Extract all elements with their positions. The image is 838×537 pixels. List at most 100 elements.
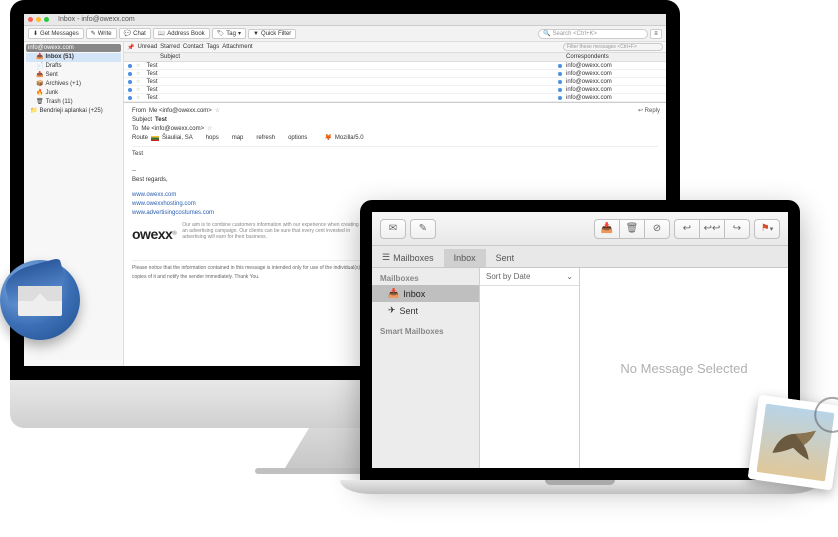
forward-button[interactable]: ↪: [724, 219, 750, 239]
filter-unread[interactable]: Unread: [137, 44, 157, 50]
compose-button[interactable]: ✎: [410, 219, 436, 239]
message-list: Subject Correspondents ☆Testinfo@owexx.c…: [124, 53, 666, 103]
list-row[interactable]: ☆Testinfo@owexx.com: [124, 62, 666, 70]
minimize-dot-icon[interactable]: [36, 17, 41, 22]
folder-inbox[interactable]: 📥Inbox (51): [26, 53, 121, 62]
to-label: To: [132, 125, 138, 134]
write-button[interactable]: ✎Write: [86, 28, 117, 39]
hops-link[interactable]: hops: [206, 134, 219, 143]
download-icon: ⬇: [33, 30, 38, 37]
tab-sent[interactable]: Sent: [486, 249, 525, 267]
main-toolbar: ⬇Get Messages ✎Write 💬Chat 📖Address Book…: [24, 26, 666, 42]
filter-bar: 📌 Unread Starred Contact Tags Attachment…: [124, 42, 666, 53]
status-dot-icon: [558, 88, 562, 92]
status-dot-icon: [558, 80, 562, 84]
star-icon[interactable]: ☆: [207, 125, 212, 134]
inbox-icon: ✉: [389, 223, 397, 234]
menu-button[interactable]: ≡: [650, 29, 662, 39]
flag-button[interactable]: ⚑▾: [754, 219, 780, 239]
folder-trash[interactable]: 🗑Trash (11): [26, 98, 121, 107]
applemail-logo-icon: [747, 394, 838, 490]
get-mail-button[interactable]: ✉: [380, 219, 406, 239]
unread-dot-icon: [128, 80, 132, 84]
map-link[interactable]: map: [232, 134, 244, 143]
search-icon: 🔍: [543, 30, 550, 37]
filter-attachment[interactable]: Attachment: [222, 44, 252, 50]
reply-all-button[interactable]: ↩↩: [699, 219, 725, 239]
titlebar: Inbox - info@owexx.com: [24, 14, 666, 26]
folder-junk[interactable]: 🔥Junk: [26, 89, 121, 98]
applemail-window: ✉ ✎ 📥 🗑 ⊘ ↩ ↩↩ ↪ ⚑▾ ☰Mailboxes Inbox S: [372, 212, 788, 468]
col-subject[interactable]: Subject: [140, 54, 566, 60]
chevron-down-icon: ⌄: [566, 272, 573, 281]
filter-contact[interactable]: Contact: [183, 44, 204, 50]
reply-icon: ↩: [683, 223, 691, 234]
filter-starred[interactable]: Starred: [160, 44, 180, 50]
archive-button[interactable]: 📥: [594, 219, 620, 239]
signature-link[interactable]: www.owexx.com: [132, 191, 658, 200]
route-label: Route: [132, 134, 148, 143]
global-search-input[interactable]: 🔍 Search <Ctrl+K>: [538, 29, 648, 39]
chevron-down-icon: ▾: [238, 30, 241, 37]
list-row[interactable]: ☆Testinfo@owexx.com: [124, 94, 666, 102]
star-icon[interactable]: ☆: [215, 107, 220, 116]
options-link[interactable]: options: [288, 134, 307, 143]
filter-search-input[interactable]: Filter these messages <Ctrl+F>: [563, 43, 663, 51]
book-icon: 📖: [158, 30, 165, 37]
tab-inbox[interactable]: Inbox: [444, 249, 486, 267]
address-book-button[interactable]: 📖Address Book: [153, 28, 210, 39]
sidebar-item-sent[interactable]: ✈Sent: [372, 302, 479, 319]
route-value: Šiauliai, SA: [162, 134, 193, 143]
close-dot-icon[interactable]: [28, 17, 33, 22]
drafts-icon: 📄: [36, 62, 43, 71]
from-label: From: [132, 107, 146, 116]
sidebar-item-inbox[interactable]: 📥Inbox: [372, 285, 479, 302]
folder-icon: 📁: [30, 107, 37, 116]
pin-icon[interactable]: 📌: [127, 44, 134, 51]
filter-tags[interactable]: Tags: [207, 44, 220, 50]
sort-header[interactable]: Sort by Date ⌄: [480, 268, 579, 286]
col-correspondents[interactable]: Correspondents: [566, 54, 666, 60]
account-header[interactable]: info@owexx.com: [26, 44, 121, 52]
unread-dot-icon: [128, 96, 132, 100]
list-row[interactable]: ☆Testinfo@owexx.com: [124, 86, 666, 94]
chevron-down-icon: ▾: [770, 225, 774, 233]
to-value: Me <info@owexx.com>: [141, 125, 204, 134]
reply-button[interactable]: ↩ Reply: [638, 107, 660, 116]
brand-logo: owexx®: [132, 230, 176, 239]
sidebar-icon: ☰: [382, 252, 390, 263]
reply-group: ↩ ↩↩ ↪: [674, 219, 750, 239]
filter-icon: ▼: [253, 31, 259, 37]
maximize-dot-icon[interactable]: [44, 17, 49, 22]
folder-archives[interactable]: 📦Archives (+1): [26, 80, 121, 89]
mail-sidebar: Mailboxes 📥Inbox ✈Sent Smart Mailboxes: [372, 268, 480, 468]
list-row[interactable]: ☆Testinfo@owexx.com: [124, 70, 666, 78]
delete-button[interactable]: 🗑: [619, 219, 645, 239]
unread-dot-icon: [128, 72, 132, 76]
unread-dot-icon: [128, 64, 132, 68]
list-row[interactable]: ☆Testinfo@owexx.com: [124, 78, 666, 86]
junk-icon: ⊘: [653, 223, 661, 234]
empty-state-text: No Message Selected: [620, 361, 747, 376]
tab-mailboxes[interactable]: ☰Mailboxes: [372, 248, 444, 267]
trash-icon: 🗑: [36, 98, 44, 107]
status-dot-icon: [558, 96, 562, 100]
folder-drafts[interactable]: 📄Drafts: [26, 62, 121, 71]
sidebar-section-mailboxes: Mailboxes: [372, 272, 479, 285]
chat-button[interactable]: 💬Chat: [119, 28, 151, 39]
inbox-icon: 📥: [36, 53, 43, 62]
tag-button[interactable]: 🏷Tag▾: [212, 28, 246, 39]
folder-sent[interactable]: 📤Sent: [26, 71, 121, 80]
get-messages-button[interactable]: ⬇Get Messages: [28, 28, 84, 39]
list-header: Subject Correspondents: [124, 53, 666, 62]
sent-icon: 📤: [36, 71, 43, 80]
junk-button[interactable]: ⊘: [644, 219, 670, 239]
quick-filter-button[interactable]: ▼Quick Filter: [248, 29, 296, 39]
message-header: From Me <info@owexx.com>☆ Subject Test T…: [132, 107, 658, 147]
sidebar-section-smart: Smart Mailboxes: [372, 325, 479, 338]
reply-button[interactable]: ↩: [674, 219, 700, 239]
refresh-link[interactable]: refresh: [256, 134, 275, 143]
reply-all-icon: ↩↩: [704, 223, 721, 234]
macbook-frame: ✉ ✎ 📥 🗑 ⊘ ↩ ↩↩ ↪ ⚑▾ ☰Mailboxes Inbox S: [340, 200, 820, 494]
folder-shared[interactable]: 📁Bendrieji aplankai (+25): [26, 107, 121, 116]
